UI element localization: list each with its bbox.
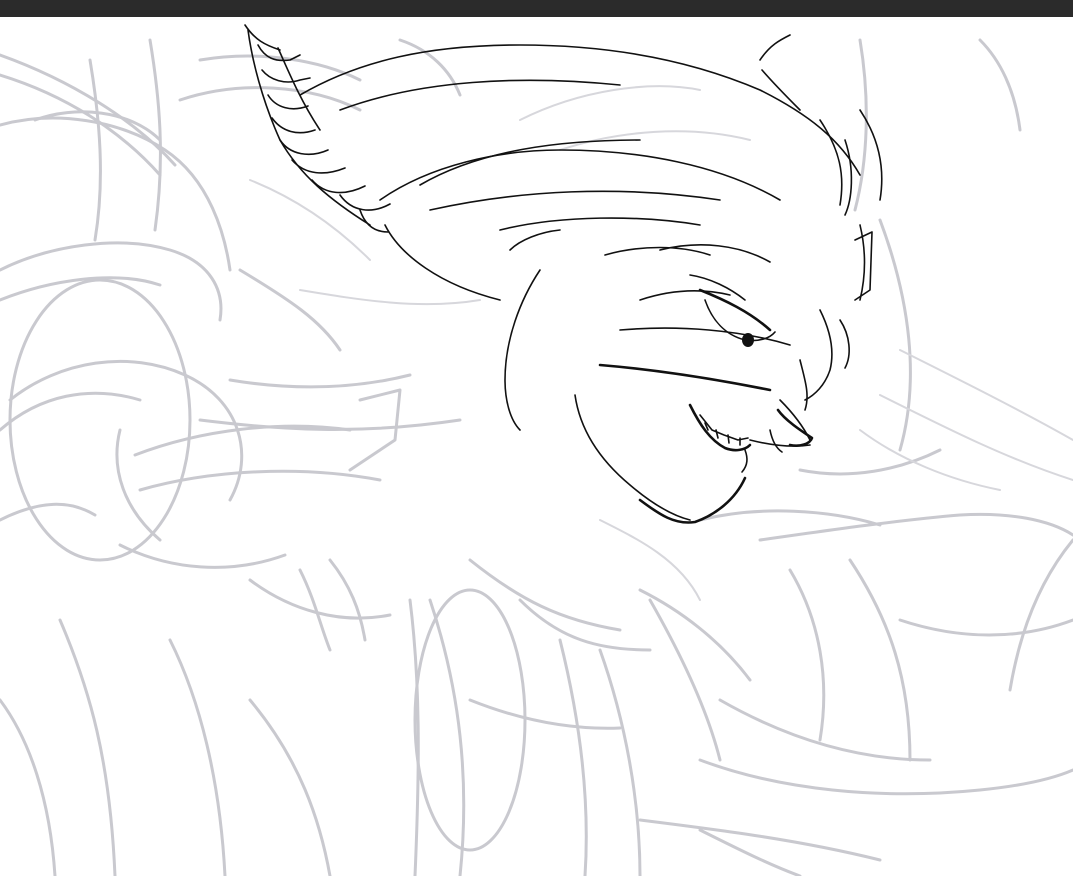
drawing-canvas[interactable] [0, 17, 1073, 876]
drawing-app-window [0, 0, 1073, 876]
rough-sketch-layer [0, 38, 1073, 876]
sketch-artwork [0, 24, 1073, 876]
ink-lineart-layer [244, 24, 883, 524]
rough-sketch-light-layer [249, 85, 1073, 601]
top-toolbar-bar [0, 0, 1073, 17]
